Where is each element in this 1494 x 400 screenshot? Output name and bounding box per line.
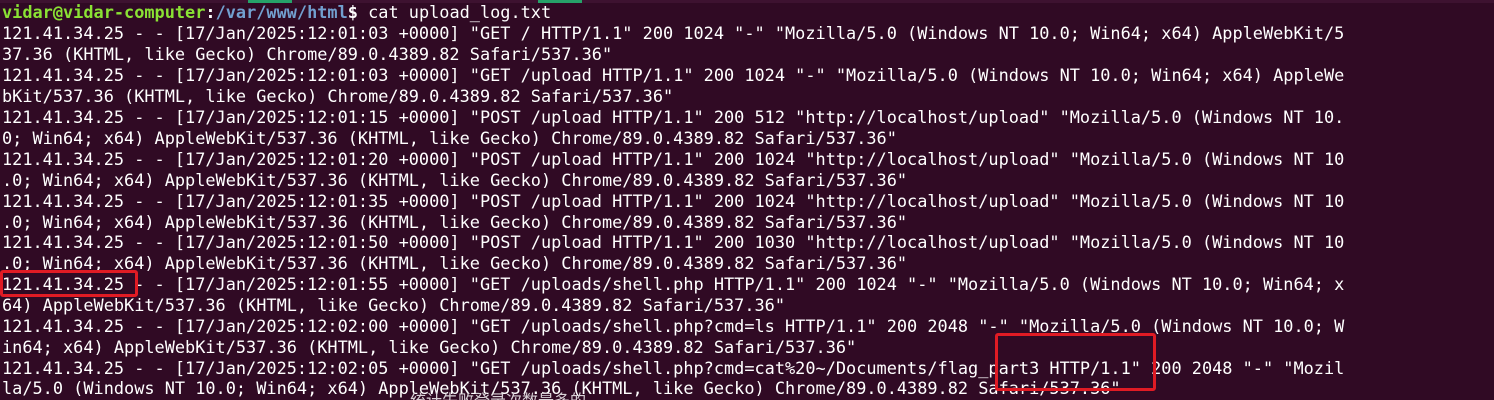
cutoff-caption: 统计失败登录次数最多的 [410, 390, 586, 400]
terminal-window[interactable]: vidar@vidar-computer:/var/www/html$ cat … [0, 0, 1494, 400]
log-line: 121.41.34.25 - - [17/Jan/2025:12:01:03 +… [2, 23, 1345, 43]
log-line: 121.41.34.25 - - [17/Jan/2025:12:01:20 +… [2, 149, 1345, 169]
log-line: 121.41.34.25 - - [17/Jan/2025:12:01:55 +… [2, 274, 1345, 294]
log-line: 121.41.34.25 - - [17/Jan/2025:12:01:50 +… [2, 232, 1345, 252]
log-line: 121.41.34.25 - - [17/Jan/2025:12:01:15 +… [2, 107, 1345, 127]
log-line: 64) AppleWebKit/537.36 (KHTML, like Geck… [2, 295, 786, 315]
log-line: 121.41.34.25 - - [17/Jan/2025:12:01:03 +… [2, 65, 1345, 85]
log-line: .0; Win64; x64) AppleWebKit/537.36 (KHTM… [2, 212, 908, 232]
prompt-line: vidar@vidar-computer:/var/www/html$ cat … [2, 2, 551, 23]
log-line: 0; Win64; x64) AppleWebKit/537.36 (KHTML… [2, 128, 897, 148]
ip-highlight-box [0, 270, 138, 297]
log-line: 121.41.34.25 - - [17/Jan/2025:12:01:35 +… [2, 191, 1345, 211]
log-line: 37.36 (KHTML, like Gecko) Chrome/89.0.43… [2, 44, 613, 64]
prompt-user-host: vidar@vidar-computer [2, 2, 206, 22]
prompt-path: /var/www/html [215, 2, 348, 22]
log-line: in64; x64) AppleWebKit/537.36 (KHTML, li… [2, 337, 857, 357]
flag-highlight-box [995, 333, 1156, 391]
log-line: .0; Win64; x64) AppleWebKit/537.36 (KHTM… [2, 170, 908, 190]
typed-command: cat upload_log.txt [357, 2, 552, 22]
log-line: bKit/537.36 (KHTML, like Gecko) Chrome/8… [2, 86, 674, 106]
prompt-separator: : [205, 2, 216, 22]
prompt-symbol: $ [347, 2, 358, 22]
